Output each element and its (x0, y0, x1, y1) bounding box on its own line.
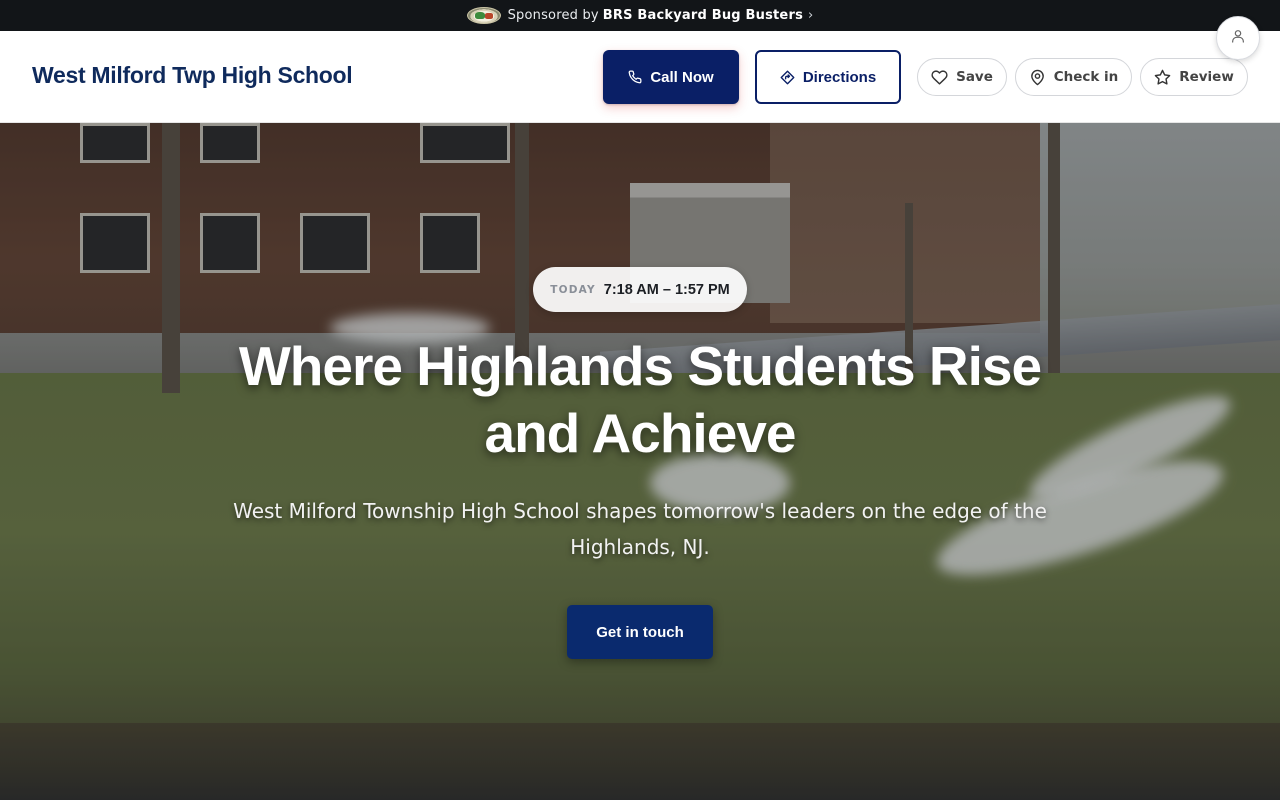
site-title[interactable]: West Milford Twp High School (32, 62, 353, 89)
review-label: Review (1179, 69, 1234, 85)
phone-icon (628, 70, 642, 84)
sponsor-prefix: Sponsored by (507, 8, 599, 23)
directions-button[interactable]: Directions (755, 50, 901, 104)
hero-title: Where Highlands Students Rise and Achiev… (238, 335, 1042, 464)
call-now-label: Call Now (650, 68, 714, 86)
hero-section: TODAY 7:18 AM – 1:57 PM Where Highlands … (0, 123, 1280, 800)
check-in-button[interactable]: Check in (1015, 58, 1132, 96)
save-button[interactable]: Save (917, 58, 1007, 96)
hero-subtitle: West Milford Township High School shapes… (233, 499, 1047, 559)
map-pin-icon (1029, 69, 1046, 86)
hours-badge: TODAY 7:18 AM – 1:57 PM (533, 267, 747, 312)
account-button[interactable] (1216, 16, 1260, 60)
chevron-right-icon: › (808, 8, 814, 23)
hours-value: 7:18 AM – 1:57 PM (603, 281, 730, 298)
save-label: Save (956, 69, 993, 85)
review-button[interactable]: Review (1140, 58, 1248, 96)
get-in-touch-button[interactable]: Get in touch (567, 605, 713, 659)
hours-label: TODAY (550, 283, 596, 296)
directions-icon (780, 70, 795, 85)
user-icon (1230, 28, 1246, 48)
call-now-button[interactable]: Call Now (603, 50, 739, 104)
sponsor-logo-icon (466, 7, 501, 24)
sponsor-bar[interactable]: Sponsored by BRS Backyard Bug Busters › (0, 0, 1280, 31)
check-in-label: Check in (1053, 69, 1119, 85)
site-header: West Milford Twp High School Call Now Di… (0, 31, 1280, 123)
directions-label: Directions (802, 68, 877, 86)
star-icon (1154, 69, 1171, 86)
heart-icon (931, 69, 948, 86)
sponsor-name-link[interactable]: BRS Backyard Bug Busters (603, 8, 803, 23)
